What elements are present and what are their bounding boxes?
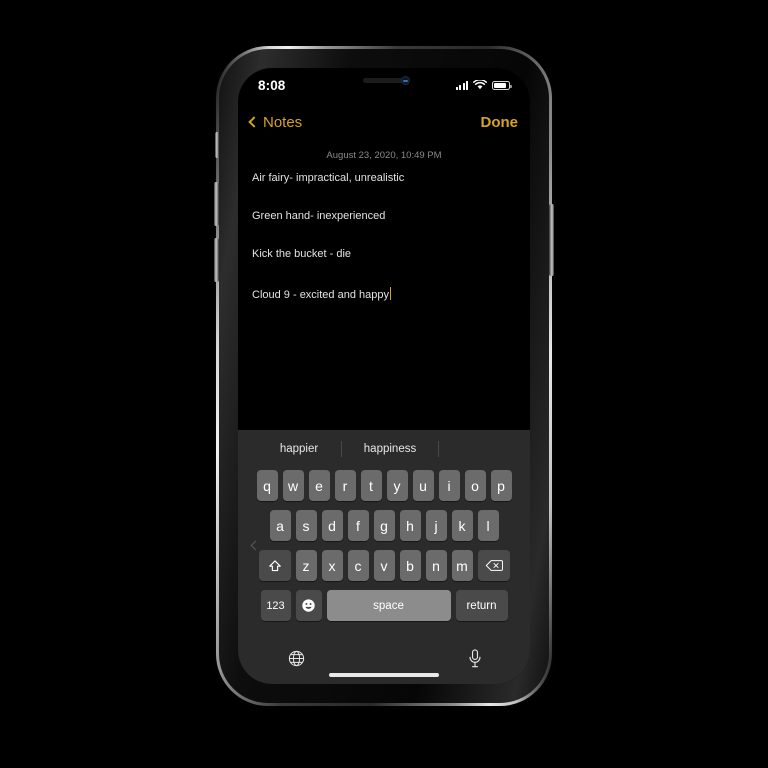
keyboard-row-3: z x c v b n m — [238, 550, 530, 581]
suggestion-word-2[interactable]: happiness — [356, 443, 424, 455]
globe-language-icon[interactable] — [288, 650, 305, 667]
key-k[interactable]: k — [451, 510, 473, 541]
key-t[interactable]: t — [360, 470, 382, 501]
suggestion-word-1[interactable]: happier — [272, 443, 326, 455]
backspace-delete-icon — [485, 560, 503, 571]
space-key[interactable]: space — [326, 590, 451, 621]
navigation-bar: Notes Done — [238, 102, 530, 142]
status-bar: 8:08 — [238, 68, 530, 102]
key-b[interactable]: b — [399, 550, 421, 581]
keyboard-row-4: 123 space return — [238, 590, 530, 621]
chevron-left-icon — [248, 116, 260, 128]
microphone-icon[interactable] — [468, 649, 482, 668]
return-key[interactable]: return — [455, 590, 508, 621]
key-x[interactable]: x — [321, 550, 343, 581]
status-bar-time: 8:08 — [258, 77, 286, 93]
key-d[interactable]: d — [321, 510, 343, 541]
key-h[interactable]: h — [399, 510, 421, 541]
emoji-smiley-icon — [302, 599, 315, 612]
key-g[interactable]: g — [373, 510, 395, 541]
suggestion-divider — [438, 441, 439, 457]
note-line: Air fairy- impractical, unrealistic — [252, 172, 405, 184]
keyboard-row-1: q w e r t y u i o p — [238, 470, 530, 501]
key-p[interactable]: p — [490, 470, 512, 501]
key-n[interactable]: n — [425, 550, 447, 581]
onscreen-keyboard: happier happiness q w e r t y u i o p a … — [238, 430, 530, 684]
note-line-active: Cloud 9 - excited and happy — [252, 286, 516, 302]
delete-key[interactable] — [477, 550, 510, 581]
power-side-button[interactable] — [549, 204, 554, 276]
numeric-mode-key[interactable]: 123 — [260, 590, 291, 621]
screenshot-root: 8:08 Notes Done August 23, 2020, 10:49 P… — [0, 0, 768, 768]
back-button-label: Notes — [263, 113, 303, 131]
key-z[interactable]: z — [295, 550, 317, 581]
done-button[interactable]: Done — [481, 114, 519, 131]
phone-device-frame: 8:08 Notes Done August 23, 2020, 10:49 P… — [214, 46, 554, 706]
volume-down-button[interactable] — [214, 238, 219, 282]
keyboard-edge-chevron-icon — [250, 540, 261, 551]
note-line: Green hand- inexperienced — [252, 210, 386, 223]
home-indicator-bar[interactable] — [329, 673, 439, 677]
battery-icon — [492, 80, 512, 90]
keyboard-bottom-bar — [238, 642, 530, 684]
cellular-signal-icon — [455, 80, 468, 90]
phone-screen: 8:08 Notes Done August 23, 2020, 10:49 P… — [238, 68, 530, 684]
note-text-editor[interactable]: Air fairy- impractical, unrealistic Gree… — [252, 172, 516, 302]
keyboard-row-2: a s d f g h j k l — [238, 510, 530, 541]
key-s[interactable]: s — [295, 510, 317, 541]
note-line-text: Cloud 9 - excited and happy — [252, 288, 389, 301]
key-w[interactable]: w — [282, 470, 304, 501]
shift-key[interactable] — [258, 550, 291, 581]
key-c[interactable]: c — [347, 550, 369, 581]
note-timestamp: August 23, 2020, 10:49 PM — [326, 150, 442, 161]
key-m[interactable]: m — [451, 550, 473, 581]
emoji-key[interactable] — [295, 590, 322, 621]
key-y[interactable]: y — [386, 470, 408, 501]
key-u[interactable]: u — [412, 470, 434, 501]
wifi-icon — [473, 80, 487, 90]
status-bar-indicators — [455, 80, 512, 90]
shift-arrow-icon — [268, 559, 281, 571]
text-cursor-caret — [389, 286, 392, 300]
key-r[interactable]: r — [334, 470, 356, 501]
note-line: Kick the bucket - die — [252, 248, 352, 261]
key-o[interactable]: o — [464, 470, 486, 501]
key-f[interactable]: f — [347, 510, 369, 541]
key-q[interactable]: q — [256, 470, 278, 501]
key-l[interactable]: l — [477, 510, 499, 541]
key-a[interactable]: a — [269, 510, 291, 541]
silent-switch-button[interactable] — [215, 132, 219, 158]
predictive-suggestion-bar: happier happiness — [238, 430, 530, 468]
back-to-notes-button[interactable]: Notes — [248, 113, 303, 131]
volume-up-button[interactable] — [214, 182, 219, 226]
key-i[interactable]: i — [438, 470, 460, 501]
key-e[interactable]: e — [308, 470, 330, 501]
key-j[interactable]: j — [425, 510, 447, 541]
key-v[interactable]: v — [373, 550, 395, 581]
